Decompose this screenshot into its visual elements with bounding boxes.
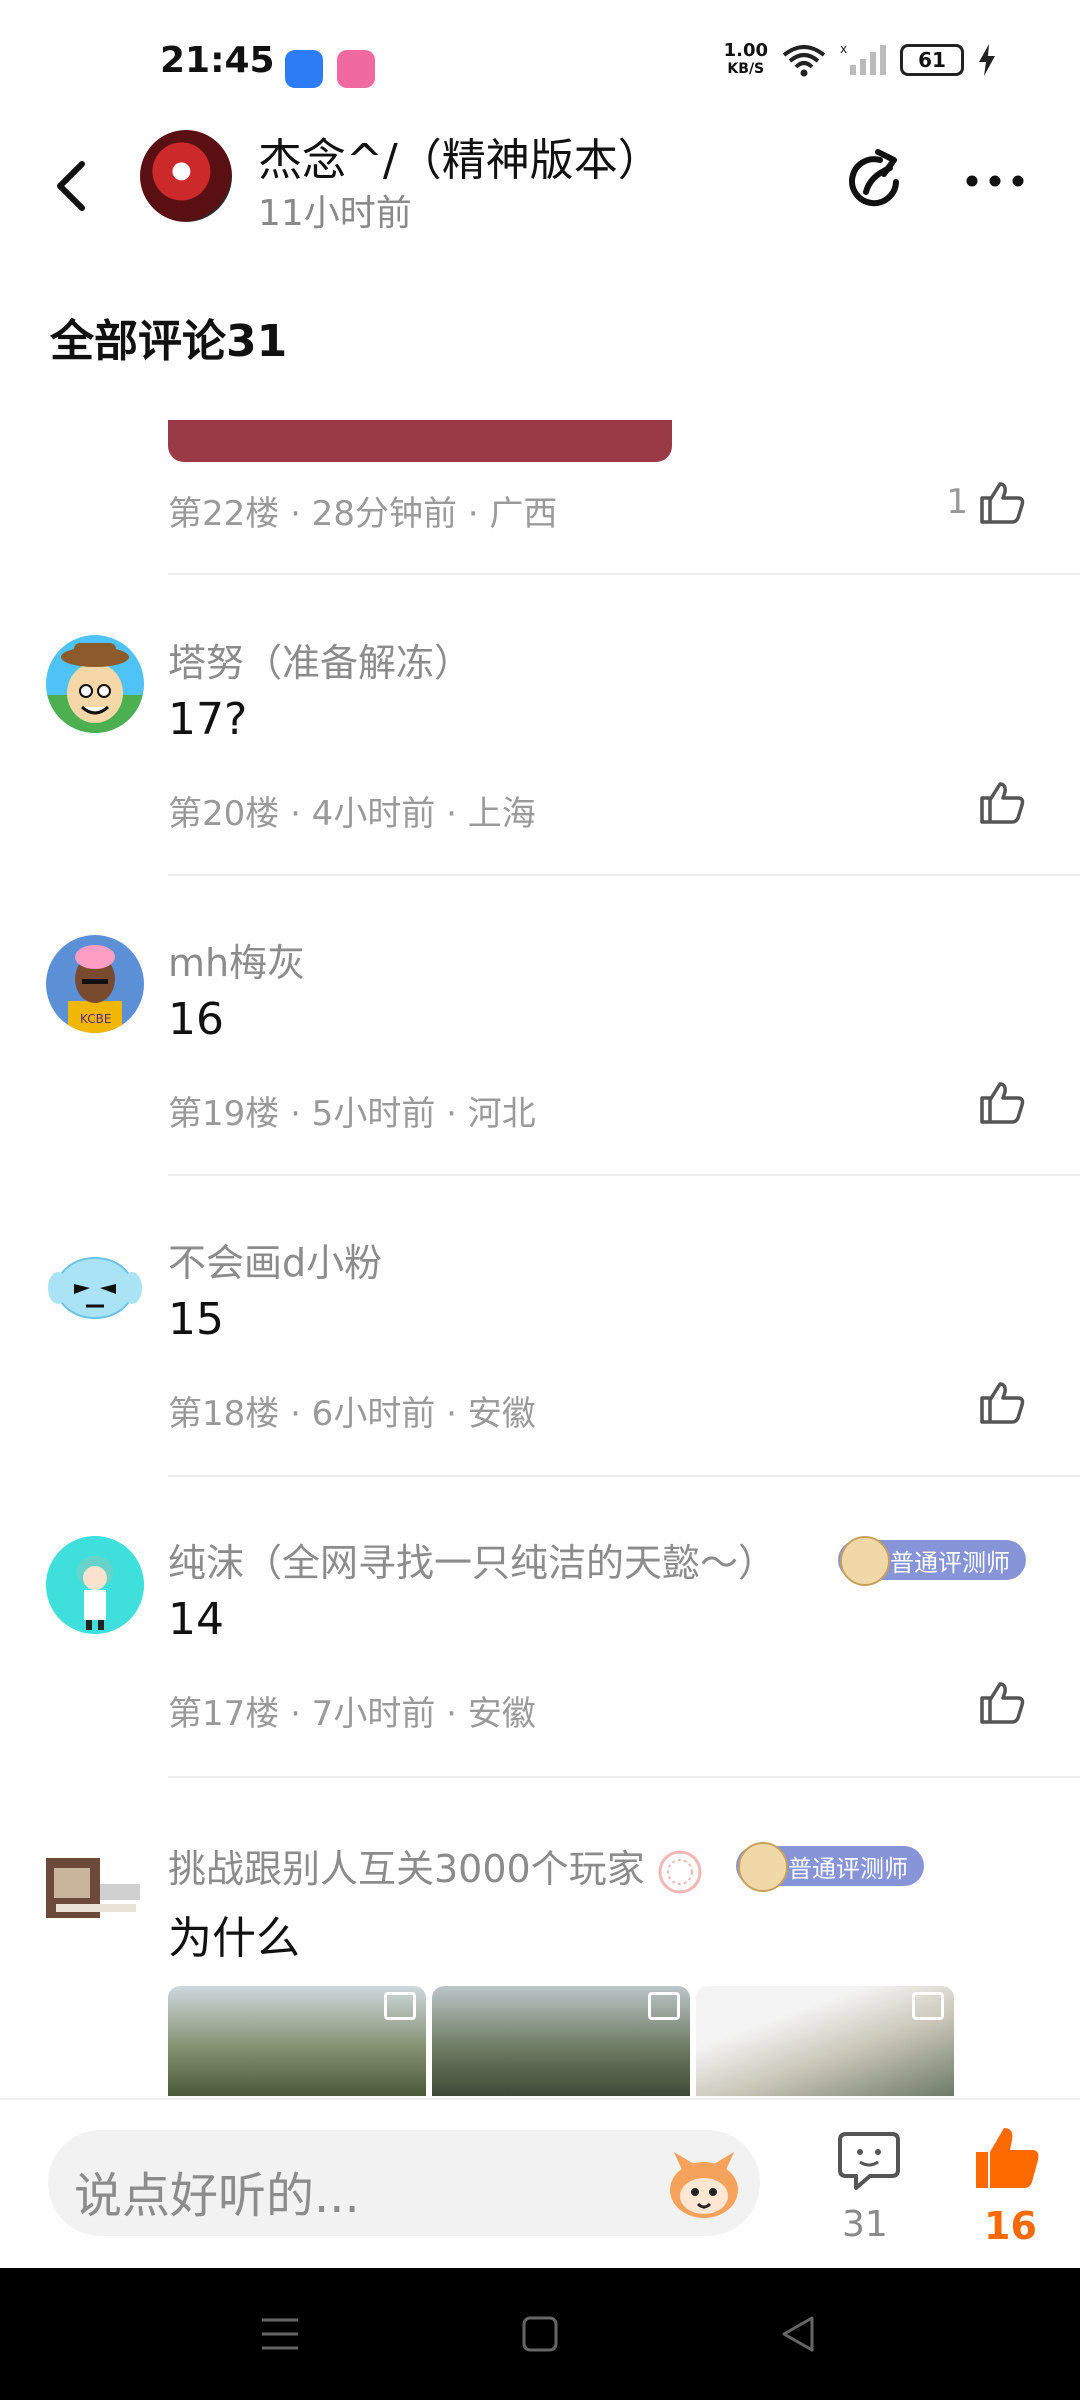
- thumbs-up-icon[interactable]: [970, 2122, 1042, 2194]
- commenter-name-text: 挑战跟别人互关3000个玩家: [168, 1847, 645, 1891]
- comment-divider: [168, 1475, 1080, 1477]
- comment-text: 17?: [168, 694, 248, 745]
- emoji-icon[interactable]: [664, 2146, 744, 2226]
- back-arrow-icon[interactable]: [44, 156, 104, 216]
- commenter-name[interactable]: mh梅灰: [168, 932, 305, 987]
- author-avatar[interactable]: [140, 130, 232, 222]
- comment-text: 14: [168, 1594, 224, 1645]
- post-header: 杰念^/（精神版本） 11小时前: [0, 120, 1080, 250]
- commenter-avatar[interactable]: KCBE: [46, 935, 144, 1033]
- comment-divider: [168, 1174, 1080, 1176]
- like-button[interactable]: [978, 1080, 1026, 1124]
- comment-image-thumbnail[interactable]: [696, 1986, 954, 2096]
- comment-meta: 第19楼 · 5小时前 · 河北: [168, 1094, 536, 1134]
- badge-avatar-icon: [840, 1536, 890, 1586]
- battery-level: 61: [918, 48, 946, 72]
- commenter-name[interactable]: 挑战跟别人互关3000个玩家: [168, 1838, 703, 1895]
- post-title: 杰念^/（精神版本）: [258, 135, 662, 186]
- status-indicators: 1.00 KB/S x 61: [724, 42, 996, 78]
- menu-icon[interactable]: [258, 2312, 302, 2356]
- comment-input-bar: 说点好听的... 31 16: [0, 2098, 1080, 2270]
- comment-text: 15: [168, 1294, 224, 1345]
- comment-image-thumbnail[interactable]: [168, 1986, 426, 2096]
- comment-image-partial[interactable]: [168, 420, 672, 462]
- video-tv-icon: [912, 1992, 944, 2020]
- commenter-avatar[interactable]: [46, 1838, 144, 1936]
- commenter-avatar[interactable]: [46, 635, 144, 733]
- avatar-art: [46, 1858, 140, 1918]
- like-count: 1: [946, 482, 968, 522]
- network-speed-value: 1.00: [723, 40, 768, 61]
- avatar-art: KCBE: [68, 945, 122, 1033]
- comment-icon[interactable]: [836, 2128, 902, 2194]
- system-navigation-bar: [0, 2268, 1080, 2400]
- comment-input[interactable]: 说点好听的...: [48, 2130, 760, 2236]
- comment-image-thumbnail[interactable]: [432, 1986, 690, 2096]
- thumbs-up-icon: [980, 482, 1025, 524]
- thumbs-up-icon: [980, 1682, 1025, 1724]
- comment-text: 为什么: [168, 1913, 300, 1964]
- like-button[interactable]: [978, 1680, 1026, 1724]
- like-button[interactable]: [978, 1380, 1026, 1424]
- comments-section-title: 全部评论31: [50, 316, 288, 367]
- thumbs-up-icon: [980, 1382, 1025, 1424]
- level-seal-icon: [658, 1850, 702, 1893]
- home-icon[interactable]: [518, 2312, 562, 2356]
- badge-avatar-icon: [738, 1842, 788, 1892]
- network-speed-unit: KB/S: [727, 61, 765, 77]
- svg-text:KCBE: KCBE: [80, 1012, 111, 1026]
- badge-label: 普通评测师: [788, 1854, 908, 1883]
- reviewer-badge: 普通评测师: [736, 1842, 924, 1892]
- share-icon[interactable]: [840, 146, 910, 216]
- charging-icon: [979, 44, 995, 76]
- comment-divider: [168, 573, 1080, 575]
- more-icon[interactable]: [960, 146, 1030, 216]
- avatar-art: [46, 1536, 144, 1634]
- comment-divider: [168, 1776, 1080, 1778]
- commenter-name[interactable]: 纯沫（全网寻找一只纯洁的天懿～）: [168, 1532, 776, 1587]
- bilibili-notification-icon: [337, 50, 375, 88]
- like-button[interactable]: [978, 780, 1026, 824]
- thumbs-up-icon: [980, 1082, 1025, 1124]
- status-bar: 21:45 1.00 KB/S x 61: [0, 0, 1080, 120]
- comment-meta: 第17楼 · 7小时前 · 安徽: [168, 1694, 536, 1734]
- wifi-icon: [782, 45, 826, 77]
- comment-count: 31: [842, 2204, 888, 2245]
- commenter-avatar[interactable]: [46, 1236, 144, 1334]
- like-button[interactable]: 1: [946, 480, 1026, 524]
- commenter-avatar[interactable]: [46, 1536, 144, 1634]
- commenter-name[interactable]: 塔努（准备解冻）: [168, 632, 472, 687]
- video-tv-icon: [648, 1992, 680, 2020]
- avatar-art: [46, 643, 144, 733]
- video-tv-icon: [384, 1992, 416, 2020]
- comment-meta: 第22楼 · 28分钟前 · 广西: [168, 494, 558, 534]
- thumbs-up-icon: [980, 782, 1025, 824]
- network-speed: 1.00 KB/S: [724, 42, 768, 78]
- comment-meta: 第18楼 · 6小时前 · 安徽: [168, 1394, 536, 1434]
- commenter-name[interactable]: 不会画d小粉: [168, 1232, 382, 1287]
- back-triangle-icon[interactable]: [776, 2312, 820, 2356]
- badge-label: 普通评测师: [890, 1548, 1010, 1577]
- app-notification-icon: [285, 50, 323, 88]
- svg-text:x: x: [840, 43, 847, 56]
- battery-indicator: 61: [900, 44, 964, 76]
- like-count: 16: [984, 2204, 1037, 2248]
- signal-icon: x: [840, 43, 886, 75]
- reviewer-badge: 普通评测师: [838, 1536, 1026, 1586]
- comment-meta: 第20楼 · 4小时前 · 上海: [168, 794, 536, 834]
- comment-input-placeholder: 说点好听的...: [74, 2168, 360, 2224]
- avatar-art: [48, 1257, 142, 1319]
- status-time: 21:45: [160, 40, 275, 81]
- comment-text: 16: [168, 994, 224, 1045]
- post-time: 11小时前: [258, 193, 412, 234]
- comment-divider: [168, 874, 1080, 876]
